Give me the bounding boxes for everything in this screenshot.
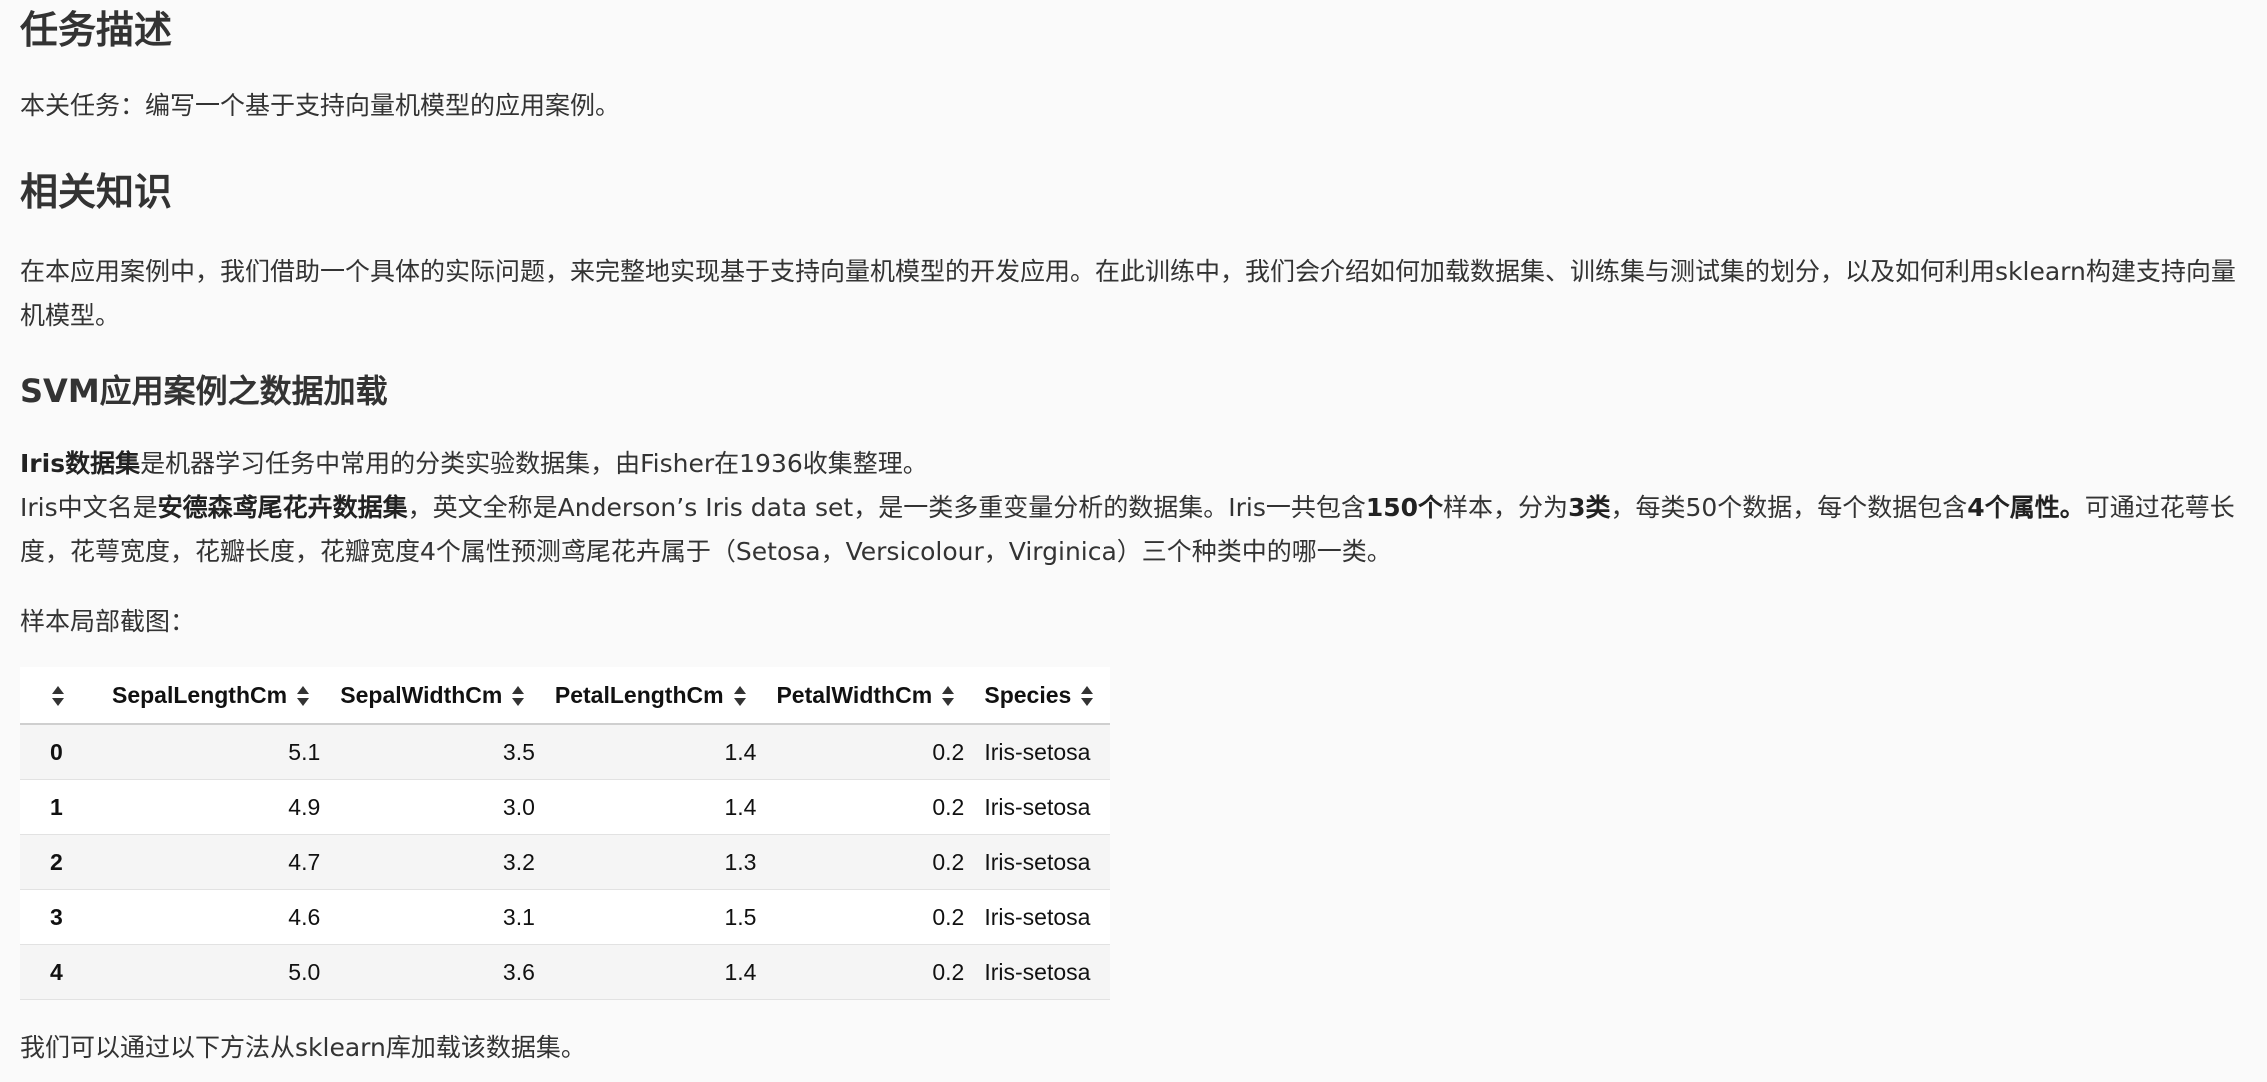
cell-species: Iris-setosa (974, 889, 1110, 945)
iris-line2-g: ，每类50个数据，每个数据包含 (1610, 493, 1968, 522)
cell-species: Iris-setosa (974, 724, 1110, 780)
iris-attribute-count: 4个属性。 (1967, 493, 2085, 522)
sort-icon[interactable] (733, 686, 746, 707)
related-knowledge-text: 在本应用案例中，我们借助一个具体的实际问题，来完整地实现基于支持向量机模型的开发… (20, 257, 2236, 330)
column-header-sepal-length[interactable]: SepalLengthCm (102, 667, 331, 725)
iris-dataset-term: Iris数据集 (20, 449, 141, 478)
cell-sepal-length: 5.1 (102, 724, 331, 780)
cell-petal-width: 0.2 (766, 889, 975, 945)
cell-sepal-width: 3.0 (330, 779, 545, 835)
table-row: 2 4.7 3.2 1.3 0.2 Iris-setosa (20, 834, 1110, 890)
cell-sepal-length: 4.7 (102, 834, 331, 890)
cell-sepal-width: 3.2 (330, 834, 545, 890)
cell-petal-width: 0.2 (766, 779, 975, 835)
cell-petal-length: 1.4 (544, 724, 767, 780)
table-row: 1 4.9 3.0 1.4 0.2 Iris-setosa (20, 779, 1110, 835)
table-header-row: SepalLengthCm SepalWidthCm PetalLengthCm… (20, 667, 1110, 725)
iris-sample-table-container: SepalLengthCm SepalWidthCm PetalLengthCm… (20, 667, 1110, 1000)
iris-line2-c: ，英文全称是Anderson’s Iris data set，是一类多重变量分析… (407, 493, 1366, 522)
sample-caption: 样本局部截图： (20, 607, 196, 636)
cell-species: Iris-setosa (974, 834, 1110, 890)
row-index: 2 (20, 834, 102, 890)
task-description-text: 本关任务：编写一个基于支持向量机模型的应用案例。 (20, 91, 621, 120)
column-header-index[interactable] (20, 667, 102, 725)
row-index: 1 (20, 779, 102, 835)
cell-sepal-width: 3.6 (330, 944, 545, 1000)
iris-line1-text: 是机器学习任务中常用的分类实验数据集，由Fisher在1936收集整理。 (140, 449, 928, 478)
table-row: 3 4.6 3.1 1.5 0.2 Iris-setosa (20, 889, 1110, 945)
row-index: 3 (20, 889, 102, 945)
row-index: 4 (20, 944, 102, 1000)
sort-icon[interactable] (52, 686, 64, 707)
heading-related-knowledge: 相关知识 (20, 170, 173, 214)
iris-class-count: 3类 (1568, 493, 1611, 522)
heading-svm-data-loading: SVM应用案例之数据加载 (20, 372, 388, 410)
sort-icon[interactable] (1081, 686, 1094, 707)
cell-petal-length: 1.3 (544, 834, 767, 890)
cell-petal-width: 0.2 (766, 834, 975, 890)
column-header-species[interactable]: Species (974, 667, 1110, 725)
column-header-sepal-width[interactable]: SepalWidthCm (330, 667, 545, 725)
sort-icon[interactable] (942, 686, 955, 707)
cell-sepal-length: 4.9 (102, 779, 331, 835)
row-index: 0 (20, 724, 102, 780)
cell-petal-length: 1.4 (544, 944, 767, 1000)
column-header-petal-length[interactable]: PetalLengthCm (544, 667, 767, 725)
cell-petal-length: 1.5 (544, 889, 767, 945)
cell-petal-width: 0.2 (766, 724, 975, 780)
cell-sepal-length: 4.6 (102, 889, 331, 945)
cell-species: Iris-setosa (974, 779, 1110, 835)
table-row: 4 5.0 3.6 1.4 0.2 Iris-setosa (20, 944, 1110, 1000)
iris-description: Iris数据集是机器学习任务中常用的分类实验数据集，由Fisher在1936收集… (20, 442, 2260, 574)
cell-sepal-width: 3.1 (330, 889, 545, 945)
sort-icon[interactable] (297, 686, 310, 707)
cell-sepal-length: 5.0 (102, 944, 331, 1000)
cell-petal-length: 1.4 (544, 779, 767, 835)
document-page: 任务描述 本关任务：编写一个基于支持向量机模型的应用案例。 相关知识 在本应用案… (0, 0, 2267, 1082)
iris-line2-a: Iris中文名是 (20, 493, 158, 522)
sort-icon[interactable] (512, 686, 525, 707)
iris-sample-count: 150个 (1365, 493, 1444, 522)
cell-sepal-width: 3.5 (330, 724, 545, 780)
iris-line2-e: 样本，分为 (1443, 493, 1569, 522)
table-row: 0 5.1 3.5 1.4 0.2 Iris-setosa (20, 724, 1110, 780)
heading-task-description: 任务描述 (20, 8, 173, 52)
cell-petal-width: 0.2 (766, 944, 975, 1000)
cell-species: Iris-setosa (974, 944, 1110, 1000)
column-header-petal-width[interactable]: PetalWidthCm (766, 667, 975, 725)
iris-sample-table: SepalLengthCm SepalWidthCm PetalLengthCm… (20, 667, 1110, 1000)
iris-chinese-name: 安德森鸢尾花卉数据集 (157, 493, 408, 522)
load-dataset-text: 我们可以通过以下方法从sklearn库加载该数据集。 (20, 1033, 586, 1062)
